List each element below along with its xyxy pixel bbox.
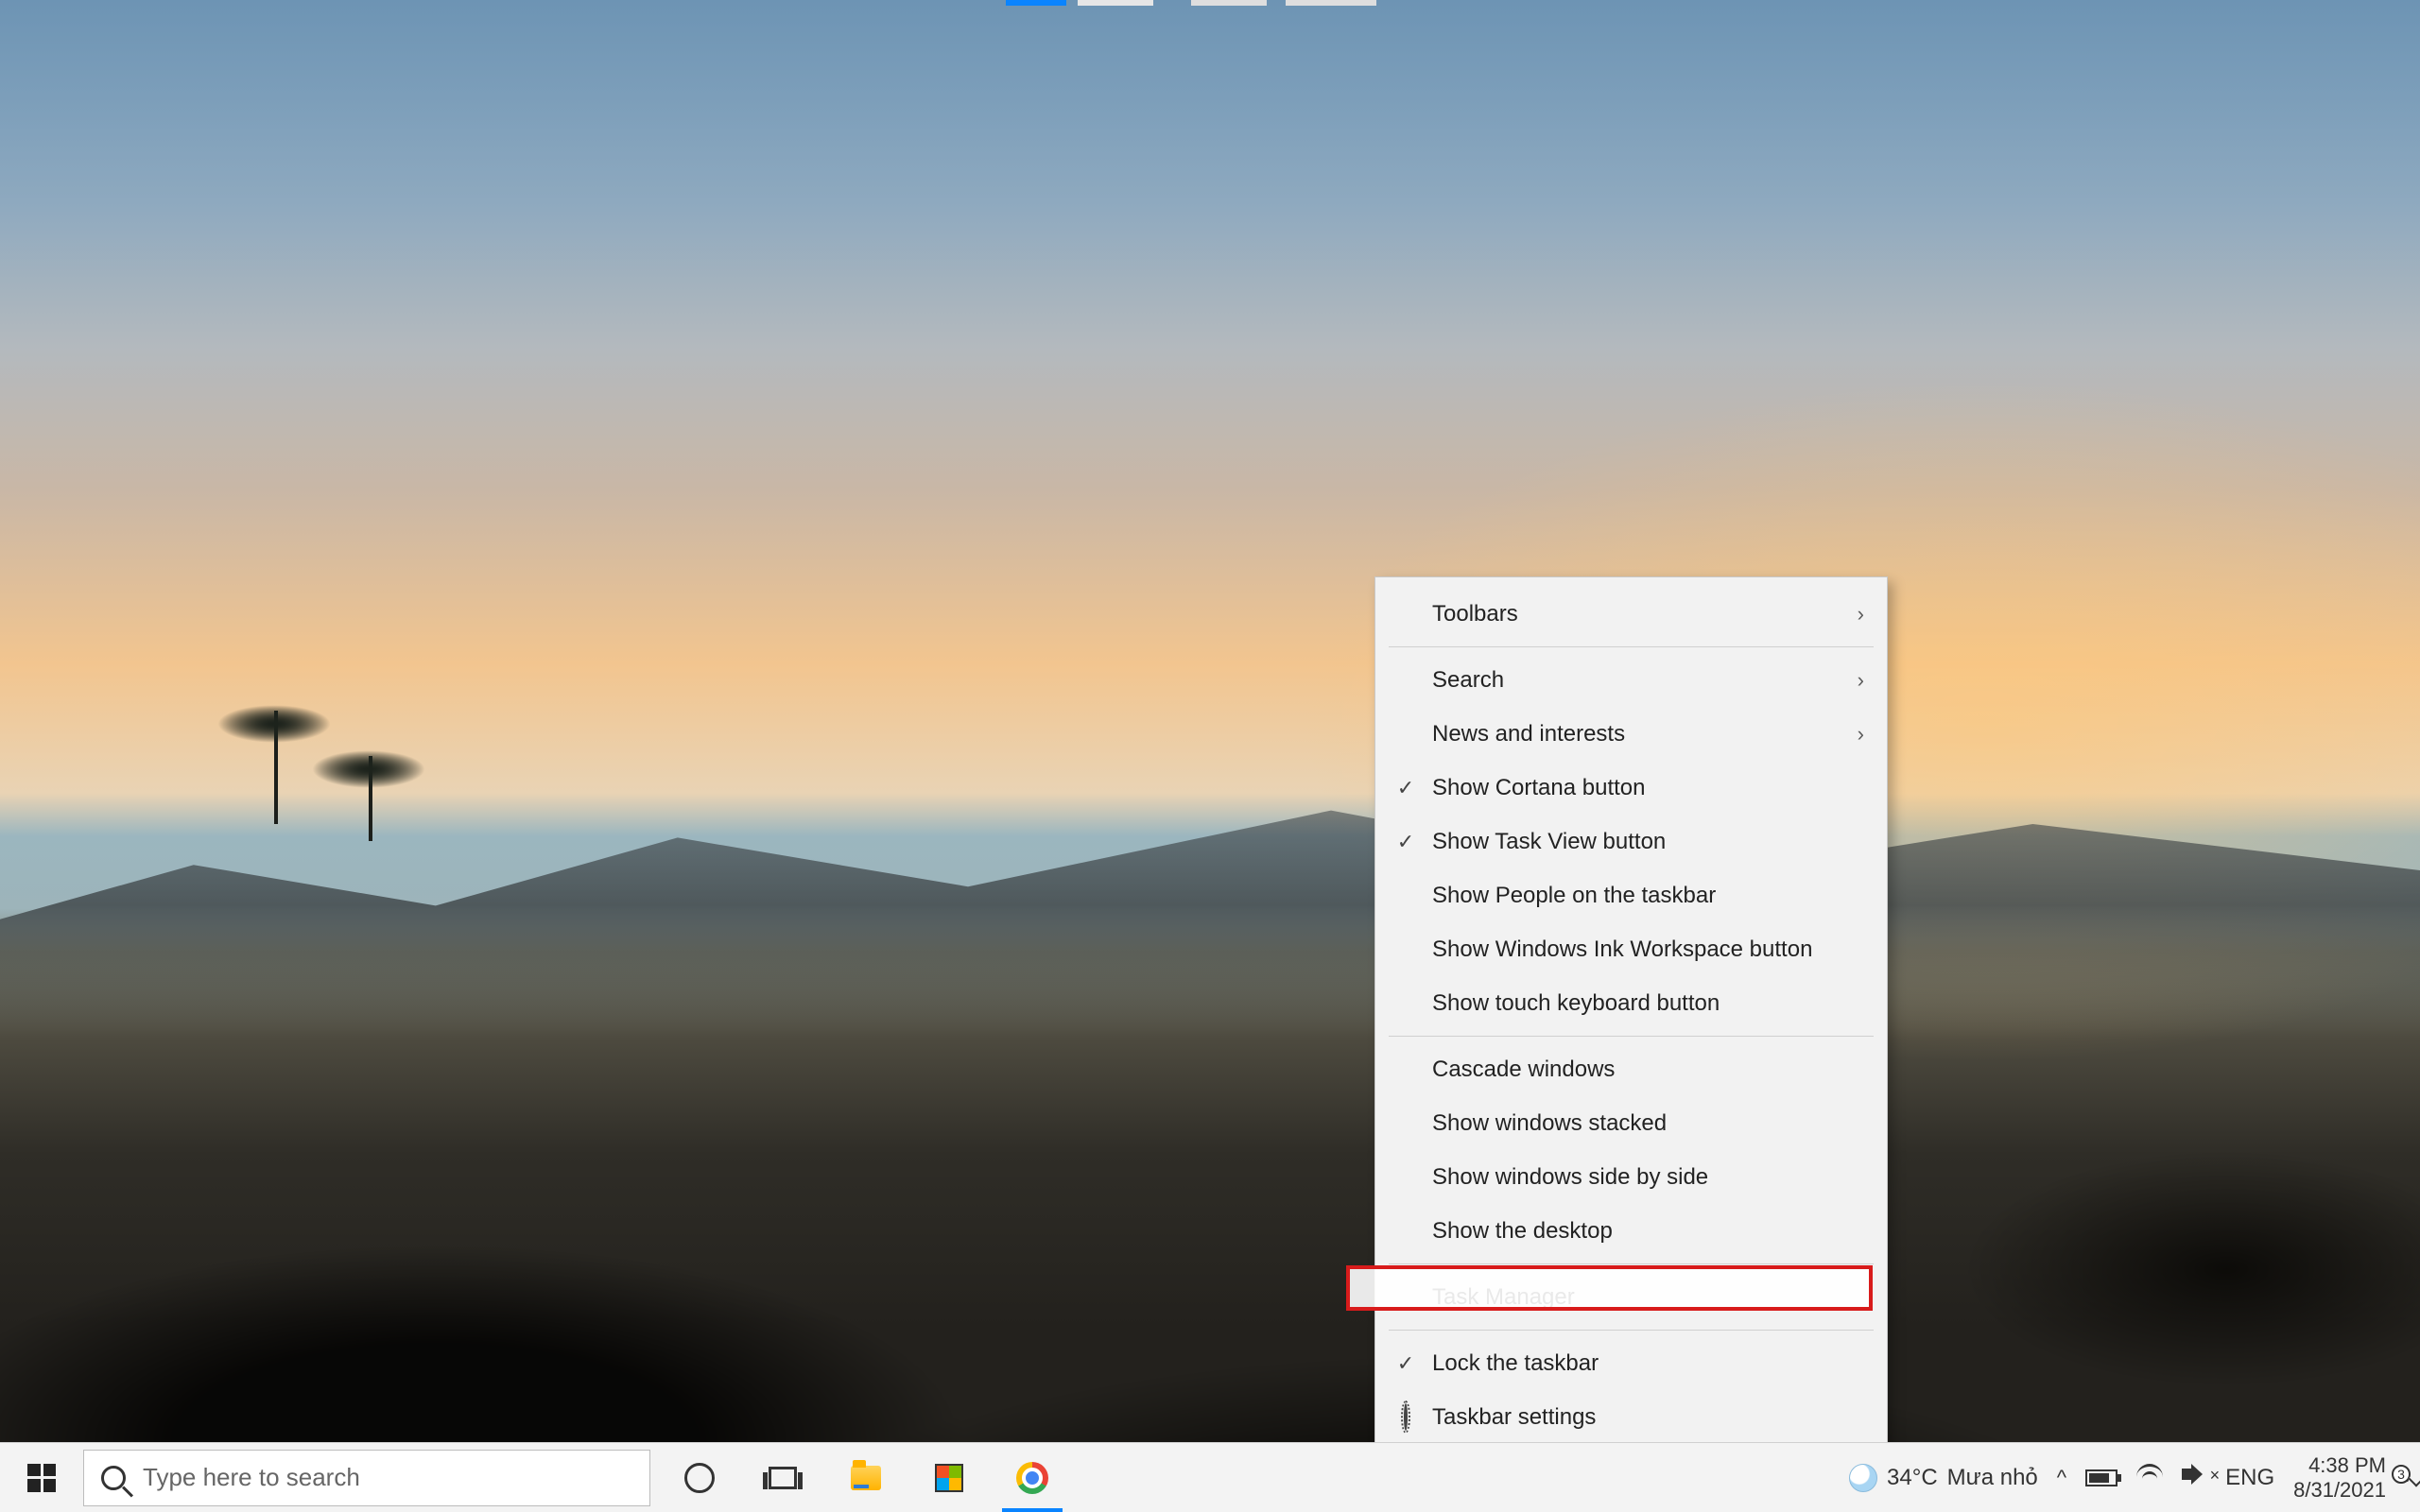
chevron-right-icon: › xyxy=(1858,602,1864,627)
menu-separator xyxy=(1389,1263,1874,1264)
gear-icon xyxy=(1392,1405,1419,1430)
task-view-button[interactable] xyxy=(741,1443,824,1512)
chevron-right-icon: › xyxy=(1858,668,1864,693)
taskbar-context-menu: Toolbars › Search › News and interests ›… xyxy=(1374,576,1888,1454)
menu-label: Lock the taskbar xyxy=(1432,1350,1599,1377)
clock-time: 4:38 PM xyxy=(2293,1453,2386,1477)
menu-label: Show windows side by side xyxy=(1432,1164,1708,1191)
menu-lock-taskbar[interactable]: ✓ Lock the taskbar xyxy=(1375,1336,1887,1390)
taskbar-search-box[interactable]: Type here to search xyxy=(83,1450,650,1506)
menu-cascade-windows[interactable]: Cascade windows xyxy=(1375,1042,1887,1096)
menu-label: Show People on the taskbar xyxy=(1432,883,1716,909)
cortana-button[interactable] xyxy=(658,1443,741,1512)
weather-icon xyxy=(1849,1464,1877,1492)
menu-show-taskview[interactable]: ✓ Show Task View button xyxy=(1375,815,1887,868)
check-icon: ✓ xyxy=(1392,1351,1419,1376)
check-icon: ✓ xyxy=(1392,830,1419,854)
microsoft-store-icon xyxy=(935,1464,963,1492)
start-button[interactable] xyxy=(0,1443,83,1512)
menu-show-cortana[interactable]: ✓ Show Cortana button xyxy=(1375,761,1887,815)
task-view-icon xyxy=(769,1467,797,1489)
menu-separator xyxy=(1389,646,1874,647)
search-placeholder: Type here to search xyxy=(143,1463,360,1492)
menu-show-people[interactable]: Show People on the taskbar xyxy=(1375,868,1887,922)
menu-label: Show Cortana button xyxy=(1432,775,1645,801)
menu-separator xyxy=(1389,1036,1874,1037)
menu-label: Show Windows Ink Workspace button xyxy=(1432,936,1812,963)
weather-temperature: 34°C xyxy=(1887,1465,1938,1491)
menu-separator xyxy=(1389,1330,1874,1331)
check-icon: ✓ xyxy=(1392,776,1419,800)
menu-label: Show windows stacked xyxy=(1432,1110,1667,1137)
menu-show-stacked[interactable]: Show windows stacked xyxy=(1375,1096,1887,1150)
clock-date: 8/31/2021 xyxy=(2293,1478,2386,1502)
windows-logo-icon xyxy=(27,1464,56,1492)
file-explorer-button[interactable] xyxy=(824,1443,908,1512)
microsoft-store-button[interactable] xyxy=(908,1443,991,1512)
system-tray: 34°C Mưa nhỏ ^ × ENG 4:38 PM 8/31/2021 3 xyxy=(1826,1443,2420,1512)
input-language[interactable]: ENG xyxy=(2225,1465,2274,1491)
menu-show-touch-keyboard[interactable]: Show touch keyboard button xyxy=(1375,976,1887,1030)
weather-description: Mưa nhỏ xyxy=(1947,1465,2038,1491)
chrome-icon xyxy=(1016,1462,1048,1494)
wallpaper-palm xyxy=(369,756,372,841)
desktop-screen: Toolbars › Search › News and interests ›… xyxy=(0,0,2420,1512)
cortana-icon xyxy=(684,1463,715,1493)
top-app-indicator xyxy=(1191,0,1267,6)
menu-show-ink[interactable]: Show Windows Ink Workspace button xyxy=(1375,922,1887,976)
menu-label: Show the desktop xyxy=(1432,1218,1613,1245)
menu-taskbar-settings[interactable]: Taskbar settings xyxy=(1375,1390,1887,1444)
menu-show-desktop[interactable]: Show the desktop xyxy=(1375,1204,1887,1258)
volume-icon[interactable]: × xyxy=(2182,1462,2206,1493)
wallpaper-palm xyxy=(274,711,278,824)
menu-label: Task Manager xyxy=(1432,1284,1575,1311)
tray-overflow-button[interactable]: ^ xyxy=(2057,1466,2066,1490)
menu-label: Cascade windows xyxy=(1432,1057,1615,1083)
search-icon xyxy=(101,1466,126,1490)
notification-count: 3 xyxy=(2392,1465,2411,1484)
weather-widget[interactable]: 34°C Mưa nhỏ xyxy=(1849,1464,2038,1492)
menu-label: Search xyxy=(1432,667,1504,694)
taskbar-pinned-apps xyxy=(658,1443,1074,1512)
top-app-indicator xyxy=(1286,0,1376,6)
taskbar[interactable]: Type here to search 34°C Mưa nhỏ xyxy=(0,1442,2420,1512)
menu-show-side-by-side[interactable]: Show windows side by side xyxy=(1375,1150,1887,1204)
taskbar-clock[interactable]: 4:38 PM 8/31/2021 xyxy=(2293,1453,2386,1502)
battery-icon[interactable] xyxy=(2085,1465,2118,1491)
menu-label: Show touch keyboard button xyxy=(1432,990,1720,1017)
menu-toolbars[interactable]: Toolbars › xyxy=(1375,587,1887,641)
wifi-icon[interactable] xyxy=(2136,1464,2163,1491)
menu-label: Show Task View button xyxy=(1432,829,1666,855)
top-app-indicator xyxy=(1006,0,1066,6)
chevron-right-icon: › xyxy=(1858,722,1864,747)
menu-task-manager[interactable]: Task Manager xyxy=(1375,1270,1887,1324)
chrome-button[interactable] xyxy=(991,1443,1074,1512)
menu-news-and-interests[interactable]: News and interests › xyxy=(1375,707,1887,761)
top-app-indicator xyxy=(1078,0,1153,6)
menu-label: News and interests xyxy=(1432,721,1625,747)
menu-label: Toolbars xyxy=(1432,601,1518,627)
menu-search[interactable]: Search › xyxy=(1375,653,1887,707)
menu-label: Taskbar settings xyxy=(1432,1404,1596,1431)
file-explorer-icon xyxy=(851,1466,881,1490)
